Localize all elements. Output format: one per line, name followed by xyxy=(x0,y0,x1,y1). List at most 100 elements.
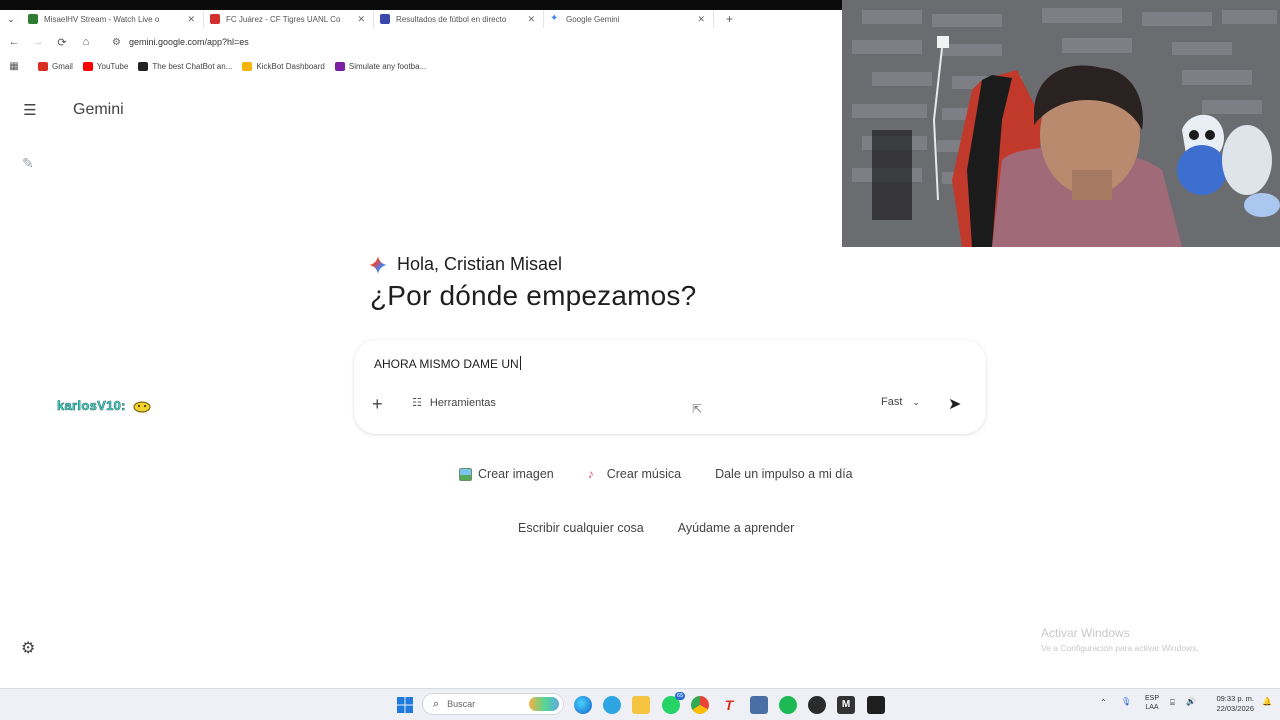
page-headline: ¿Por dónde empezamos? xyxy=(370,280,697,311)
gemini-spark-icon xyxy=(369,255,387,274)
add-attachment-button[interactable]: + xyxy=(372,394,383,415)
chat-username: karlosV10: xyxy=(57,398,126,414)
bookmark-label: Gmail xyxy=(52,61,73,71)
site-info-icon[interactable]: ⚙ xyxy=(112,37,121,48)
language-indicator[interactable]: ESP LAA xyxy=(1143,694,1161,712)
bookmarks-bar: ▦ Gmail YouTube The best ChatBot an... K… xyxy=(0,56,842,76)
tab-title: Resultados de fútbol en directo xyxy=(396,14,507,24)
simulate-icon xyxy=(334,61,345,71)
prompt-input-text[interactable]: AHORA MISMO DAME UN xyxy=(374,357,519,371)
edge-icon[interactable] xyxy=(574,696,592,714)
tab-close-icon[interactable]: ✕ xyxy=(187,14,195,25)
prompt-composer[interactable]: AHORA MISMO DAME UN + ☷ Herramientas Fas… xyxy=(354,340,986,434)
home-icon[interactable]: ⌂ xyxy=(74,36,98,48)
bookmark-label: The best ChatBot an... xyxy=(152,61,233,71)
calculator-icon[interactable] xyxy=(750,696,768,714)
epic-games-icon[interactable] xyxy=(867,696,885,714)
browser-toolbar: ← → ⟳ ⌂ ⚙ gemini.google.com/app?hl=es xyxy=(0,28,842,56)
whatsapp-badge: 65 xyxy=(675,692,685,700)
telegram-icon[interactable] xyxy=(603,696,621,714)
bookmark-label: YouTube xyxy=(96,61,129,71)
chrome-icon[interactable] xyxy=(691,696,709,714)
new-tab-button[interactable]: + xyxy=(726,12,733,26)
webcam-feed xyxy=(842,0,1280,247)
tab-title: MisaelHV Stream - Watch Live o xyxy=(44,14,160,24)
address-bar[interactable]: ⚙ gemini.google.com/app?hl=es xyxy=(112,37,249,48)
app-title: Gemini xyxy=(73,101,124,118)
settings-gear-icon[interactable]: ⚙ xyxy=(21,638,35,658)
lang-code: ESP xyxy=(1144,695,1159,702)
watermark-subtitle: Ve a Configuración para activar Windows. xyxy=(1041,643,1199,653)
tab-title: Google Gemini xyxy=(566,14,620,24)
suggestion-row-2: Escribir cualquier cosa Ayúdame a aprend… xyxy=(518,521,828,535)
tab-search-chevron-icon[interactable]: ⌄ xyxy=(0,14,22,25)
suggestion-label: Crear música xyxy=(606,467,682,481)
prompt-input[interactable]: AHORA MISMO DAME UN xyxy=(374,356,521,371)
bookmark-youtube[interactable]: YouTube xyxy=(82,61,129,71)
media-app-icon[interactable] xyxy=(808,696,826,714)
send-button[interactable]: ➤ xyxy=(948,394,961,414)
url-text[interactable]: gemini.google.com/app?hl=es xyxy=(129,37,249,47)
hamburger-menu-icon[interactable]: ☰ xyxy=(20,101,40,121)
suggestion-escribir[interactable]: Escribir cualquier cosa xyxy=(518,521,644,535)
guitar-icon: ♪ xyxy=(587,466,594,481)
suggestion-crear-musica[interactable]: ♪ Crear música xyxy=(588,467,681,481)
text-app-icon[interactable]: T xyxy=(720,696,738,714)
suggestion-label: Crear imagen xyxy=(478,467,554,481)
tab-close-icon[interactable]: ✕ xyxy=(697,14,705,25)
chatbot-icon xyxy=(138,61,149,71)
taskbar-search-box[interactable]: ⌕ Buscar xyxy=(422,693,564,715)
mouse-pointer-icon: ⇱ xyxy=(692,402,703,416)
tools-sliders-icon: ☷ xyxy=(412,397,422,409)
notification-bell-icon[interactable]: 🔔 xyxy=(1262,697,1272,706)
spotify-icon[interactable] xyxy=(779,696,797,714)
taskbar-clock[interactable]: 09:33 p. m. 22/03/2026 xyxy=(1206,694,1254,714)
new-chat-icon[interactable]: ✎ xyxy=(22,155,34,172)
screen: ⌄ MisaelHV Stream - Watch Live o ✕ FC Ju… xyxy=(0,0,1280,720)
volume-icon[interactable]: 🔊 xyxy=(1186,697,1196,706)
tab-close-icon[interactable]: ✕ xyxy=(357,14,365,25)
suggestion-label: Ayúdame a aprender xyxy=(677,521,795,535)
tab-fc-juarez[interactable]: FC Juárez - CF Tigres UANL Co ✕ xyxy=(204,10,374,28)
suggestion-crear-imagen[interactable]: Crear imagen xyxy=(459,467,554,481)
bookmark-kickbot[interactable]: KickBot Dashboard xyxy=(242,61,325,71)
tab-favicon-icon xyxy=(380,14,390,24)
bookmark-label: Simulate any footba... xyxy=(348,61,427,71)
tab-favicon-icon xyxy=(210,14,220,24)
lang-layout: LAA xyxy=(1145,704,1159,711)
youtube-icon xyxy=(82,61,93,71)
file-explorer-icon[interactable] xyxy=(632,696,650,714)
bookmark-chatbot[interactable]: The best ChatBot an... xyxy=(138,61,233,71)
back-arrow-icon[interactable]: ← xyxy=(2,36,26,48)
tab-misaelhv-stream[interactable]: MisaelHV Stream - Watch Live o ✕ xyxy=(22,10,204,28)
browser-tab-strip: ⌄ MisaelHV Stream - Watch Live o ✕ FC Ju… xyxy=(0,0,842,28)
greeting-text: Hola, Cristian Misael xyxy=(397,254,563,274)
microphone-icon[interactable]: 🎙 xyxy=(1121,697,1131,706)
messenger-m-icon[interactable]: M xyxy=(837,696,855,714)
tab-google-gemini[interactable]: ✦ Google Gemini ✕ xyxy=(544,10,714,28)
gmail-icon xyxy=(38,61,48,71)
forward-arrow-icon[interactable]: → xyxy=(26,36,50,48)
tray-chevron-up-icon[interactable]: ⌃ xyxy=(1100,698,1107,707)
windows-start-icon[interactable] xyxy=(396,696,414,714)
bookmark-simulate[interactable]: Simulate any footba... xyxy=(334,61,427,71)
reload-icon[interactable]: ⟳ xyxy=(50,36,74,49)
tab-title: FC Juárez - CF Tigres UANL Co xyxy=(226,14,341,24)
tab-resultados-futbol[interactable]: Resultados de fútbol en directo ✕ xyxy=(374,10,544,28)
model-label: Fast xyxy=(881,396,903,408)
suggestion-row-1: Crear imagen ♪ Crear música Dale un impu… xyxy=(459,467,887,481)
tab-close-icon[interactable]: ✕ xyxy=(527,14,535,25)
chat-emote-icon xyxy=(133,401,151,412)
webcam-image xyxy=(842,0,1280,247)
network-icon[interactable]: ⌸ xyxy=(1170,698,1175,708)
model-selector[interactable]: Fast ⌄ xyxy=(881,396,920,408)
stream-chat-overlay: karlosV10: xyxy=(57,398,152,413)
bookmark-gmail[interactable]: Gmail xyxy=(38,61,73,71)
tools-button[interactable]: ☷ Herramientas xyxy=(412,396,496,410)
watermark-title: Activar Windows xyxy=(1041,626,1130,640)
suggestion-aprender[interactable]: Ayúdame a aprender xyxy=(678,521,795,535)
search-icon: ⌕ xyxy=(433,697,440,710)
suggestion-impulso[interactable]: Dale un impulso a mi día xyxy=(715,467,853,481)
kickbot-icon xyxy=(242,61,253,71)
apps-grid-icon[interactable]: ▦ xyxy=(0,61,28,72)
